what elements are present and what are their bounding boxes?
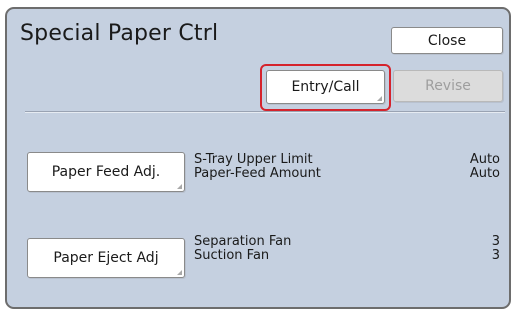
paper-feed-amount-label: Paper-Feed Amount [194,166,321,181]
suction-fan-value: 3 [491,248,500,263]
separation-fan-label: Separation Fan [194,234,292,249]
paper-eject-adj-button[interactable]: Paper Eject Adj [27,238,185,278]
paper-feed-amount-value: Auto [469,166,500,181]
paper-feed-adj-button-label: Paper Feed Adj. [51,164,161,180]
revise-button[interactable]: Revise [393,70,503,102]
special-paper-ctrl-panel: Special Paper Ctrl Close Entry/Call Revi… [5,7,511,309]
entry-call-button[interactable]: Entry/Call [266,70,385,104]
button-corner-icon [177,184,182,189]
divider [25,111,505,113]
close-button-label: Close [427,32,467,49]
button-corner-icon [377,96,382,101]
revise-button-label: Revise [425,78,471,94]
button-corner-icon [177,270,182,275]
separation-fan-value: 3 [491,234,500,249]
s-tray-upper-limit-value: Auto [469,152,500,167]
close-button[interactable]: Close [391,27,503,54]
suction-fan-label: Suction Fan [194,248,270,263]
entry-call-button-label: Entry/Call [291,79,360,95]
s-tray-upper-limit-label: S-Tray Upper Limit [194,152,313,167]
paper-feed-adj-button[interactable]: Paper Feed Adj. [27,152,185,192]
panel-title: Special Paper Ctrl [20,21,219,46]
paper-eject-adj-button-label: Paper Eject Adj [53,250,159,266]
